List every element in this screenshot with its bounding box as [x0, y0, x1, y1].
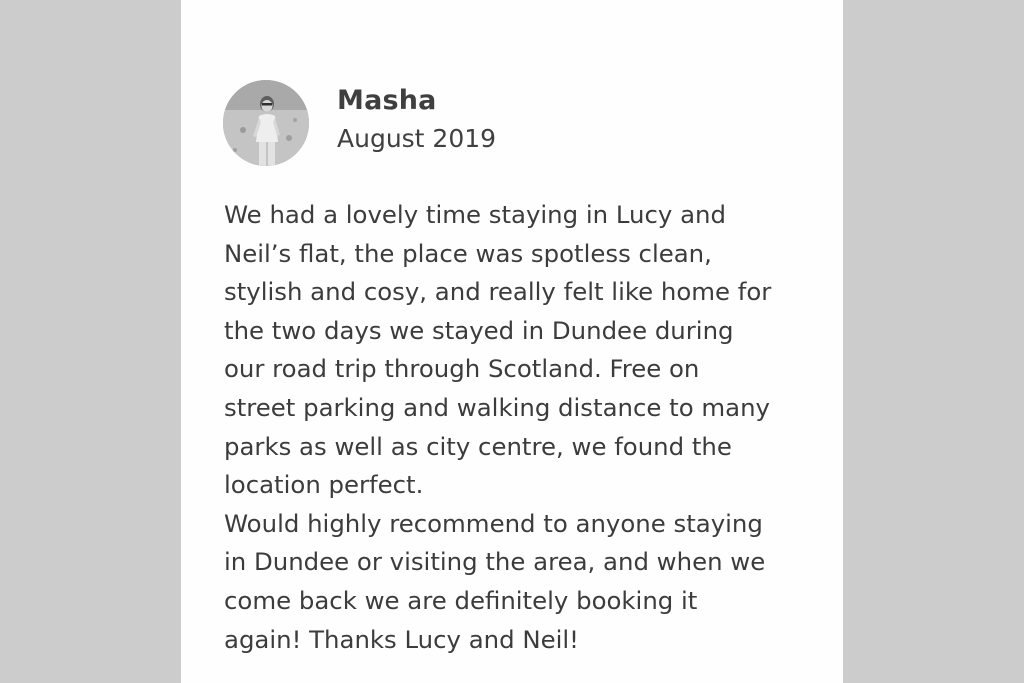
page: Masha August 2019 We had a lovely time s…: [0, 0, 1024, 683]
reviewer-photo-icon: [223, 80, 309, 166]
avatar[interactable]: [223, 80, 309, 166]
reviewer-name[interactable]: Masha: [337, 83, 496, 119]
review-date: August 2019: [337, 124, 497, 153]
review-card: Masha August 2019 We had a lovely time s…: [181, 0, 843, 683]
reviewer-meta: Masha August 2019: [337, 83, 496, 157]
review-text: We had a lovely time staying in Lucy and…: [224, 200, 772, 654]
review-header: Masha August 2019: [223, 80, 496, 166]
